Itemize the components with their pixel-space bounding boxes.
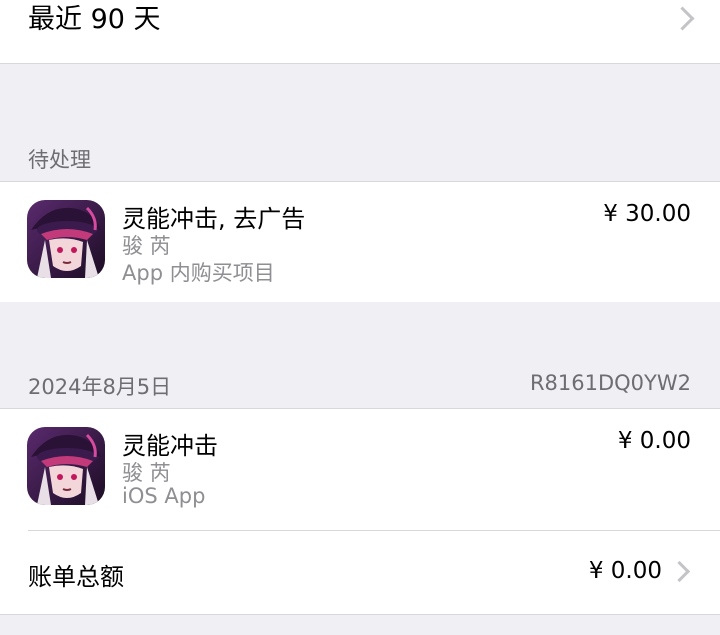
receipt-order-id: R8161DQ0YW2: [529, 371, 691, 395]
receipt-date: 2024年8月5日: [28, 375, 172, 399]
item-title: 灵能冲击: [122, 432, 218, 460]
date-range-label: 最近 90 天: [28, 4, 161, 35]
item-type: iOS App: [122, 484, 206, 508]
bill-total-label: 账单总额: [28, 563, 124, 591]
item-price: ¥ 0.00: [617, 428, 691, 454]
section-header-pending: 待处理: [28, 148, 91, 172]
app-icon: [27, 427, 105, 505]
chevron-right-icon: [670, 6, 695, 31]
item-developer: 骏 芮: [122, 461, 171, 485]
item-title: 灵能冲击, 去广告: [122, 205, 306, 233]
item-price: ¥ 30.00: [603, 201, 691, 227]
receipt-card: 灵能冲击 骏 芮 iOS App ¥ 0.00 账单总额 ¥ 0.00: [0, 408, 720, 615]
bill-total-value: ¥ 0.00: [588, 558, 662, 584]
item-type: App 内购买项目: [122, 261, 275, 285]
item-developer: 骏 芮: [122, 234, 171, 258]
chevron-right-icon: [668, 560, 691, 583]
date-range-row[interactable]: 最近 90 天: [0, 0, 720, 64]
app-icon: [27, 200, 105, 278]
pending-purchase-row[interactable]: 灵能冲击, 去广告 骏 芮 App 内购买项目 ¥ 30.00: [0, 181, 720, 302]
bill-total-row[interactable]: 账单总额 ¥ 0.00: [0, 531, 720, 614]
